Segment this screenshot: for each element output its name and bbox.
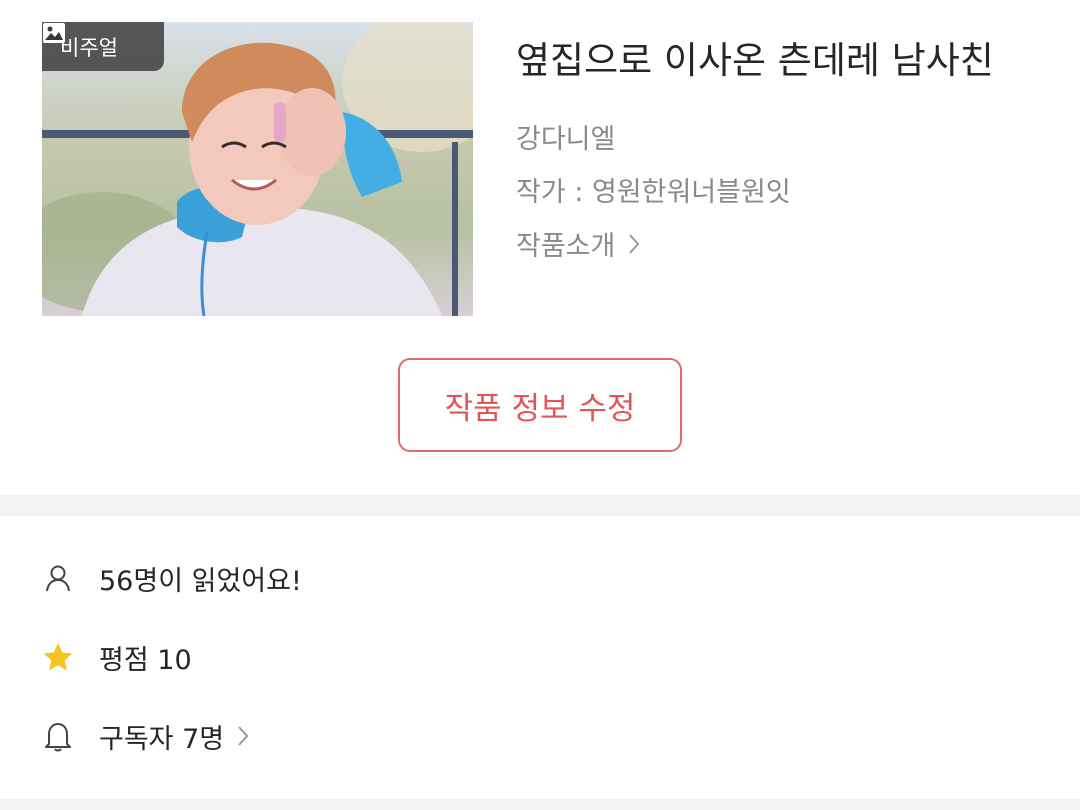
person-icon <box>42 562 74 594</box>
chevron-right-icon <box>627 232 641 256</box>
bell-icon <box>42 720 74 752</box>
artist-name: 강다니엘 <box>516 124 616 155</box>
rating-value: 평점 10 <box>99 644 192 676</box>
bottom-divider <box>0 799 1080 810</box>
visual-badge-label: 비주얼 <box>60 35 118 60</box>
work-intro-link[interactable]: 작품소개 <box>516 224 641 263</box>
work-intro-label: 작품소개 <box>516 231 616 262</box>
author-name: 작가 : 영원한워너블원잇 <box>516 177 791 208</box>
rating-row: 평점 10 <box>42 635 942 679</box>
subscribers-row[interactable]: 구독자 7명 <box>42 714 942 758</box>
subscribers-count: 구독자 7명 <box>99 723 225 755</box>
visual-badge: 비주얼 <box>42 22 164 71</box>
star-icon <box>42 641 74 673</box>
work-title: 옆집으로 이사온 츤데레 남사친 <box>516 39 994 82</box>
readers-row: 56명이 읽었어요! <box>42 556 942 600</box>
work-header: 비주얼 옆집으로 이사온 츤데레 남사친 강다니엘 작가 : 영원한워너블원잇 … <box>0 0 1080 495</box>
cover-image[interactable]: 비주얼 <box>42 22 473 316</box>
chevron-right-icon <box>236 724 250 748</box>
section-divider <box>0 495 1080 516</box>
edit-work-info-button[interactable]: 작품 정보 수정 <box>398 358 682 452</box>
readers-count: 56명이 읽었어요! <box>99 565 302 597</box>
